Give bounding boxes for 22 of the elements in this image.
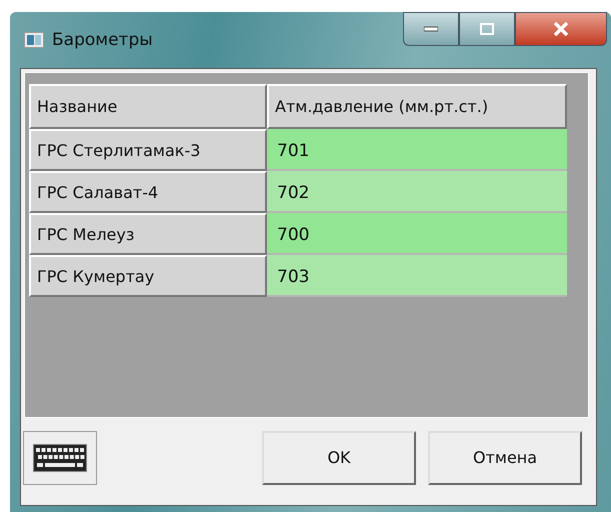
table-cell: 701 (267, 129, 567, 171)
column-header[interactable]: Атм.давление (мм.рт.ст.) (267, 84, 567, 129)
maximize-button[interactable] (459, 12, 515, 46)
row-header: ГРС Стерлитамак-3 (29, 129, 267, 171)
close-icon (553, 22, 569, 36)
minimize-button[interactable] (403, 12, 459, 46)
column-header[interactable]: Название (29, 84, 267, 129)
cancel-button[interactable]: Отмена (428, 430, 582, 484)
row-header: ГРС Салават-4 (29, 171, 267, 213)
row-header: ГРС Мелеуз (29, 213, 267, 255)
table-cell: 703 (267, 255, 567, 297)
table-cell: 702 (267, 171, 567, 213)
minimize-icon (424, 26, 438, 32)
keyboard-icon (33, 444, 87, 472)
ok-button[interactable]: OK (262, 430, 416, 484)
maximize-icon (480, 23, 494, 35)
window-title: Барометры (52, 30, 153, 50)
row-header: ГРС Кумертау (29, 255, 267, 297)
close-button[interactable] (515, 12, 607, 46)
table-cell: 700 (267, 213, 567, 255)
keyboard-button[interactable] (23, 430, 97, 484)
window-icon (24, 32, 44, 48)
